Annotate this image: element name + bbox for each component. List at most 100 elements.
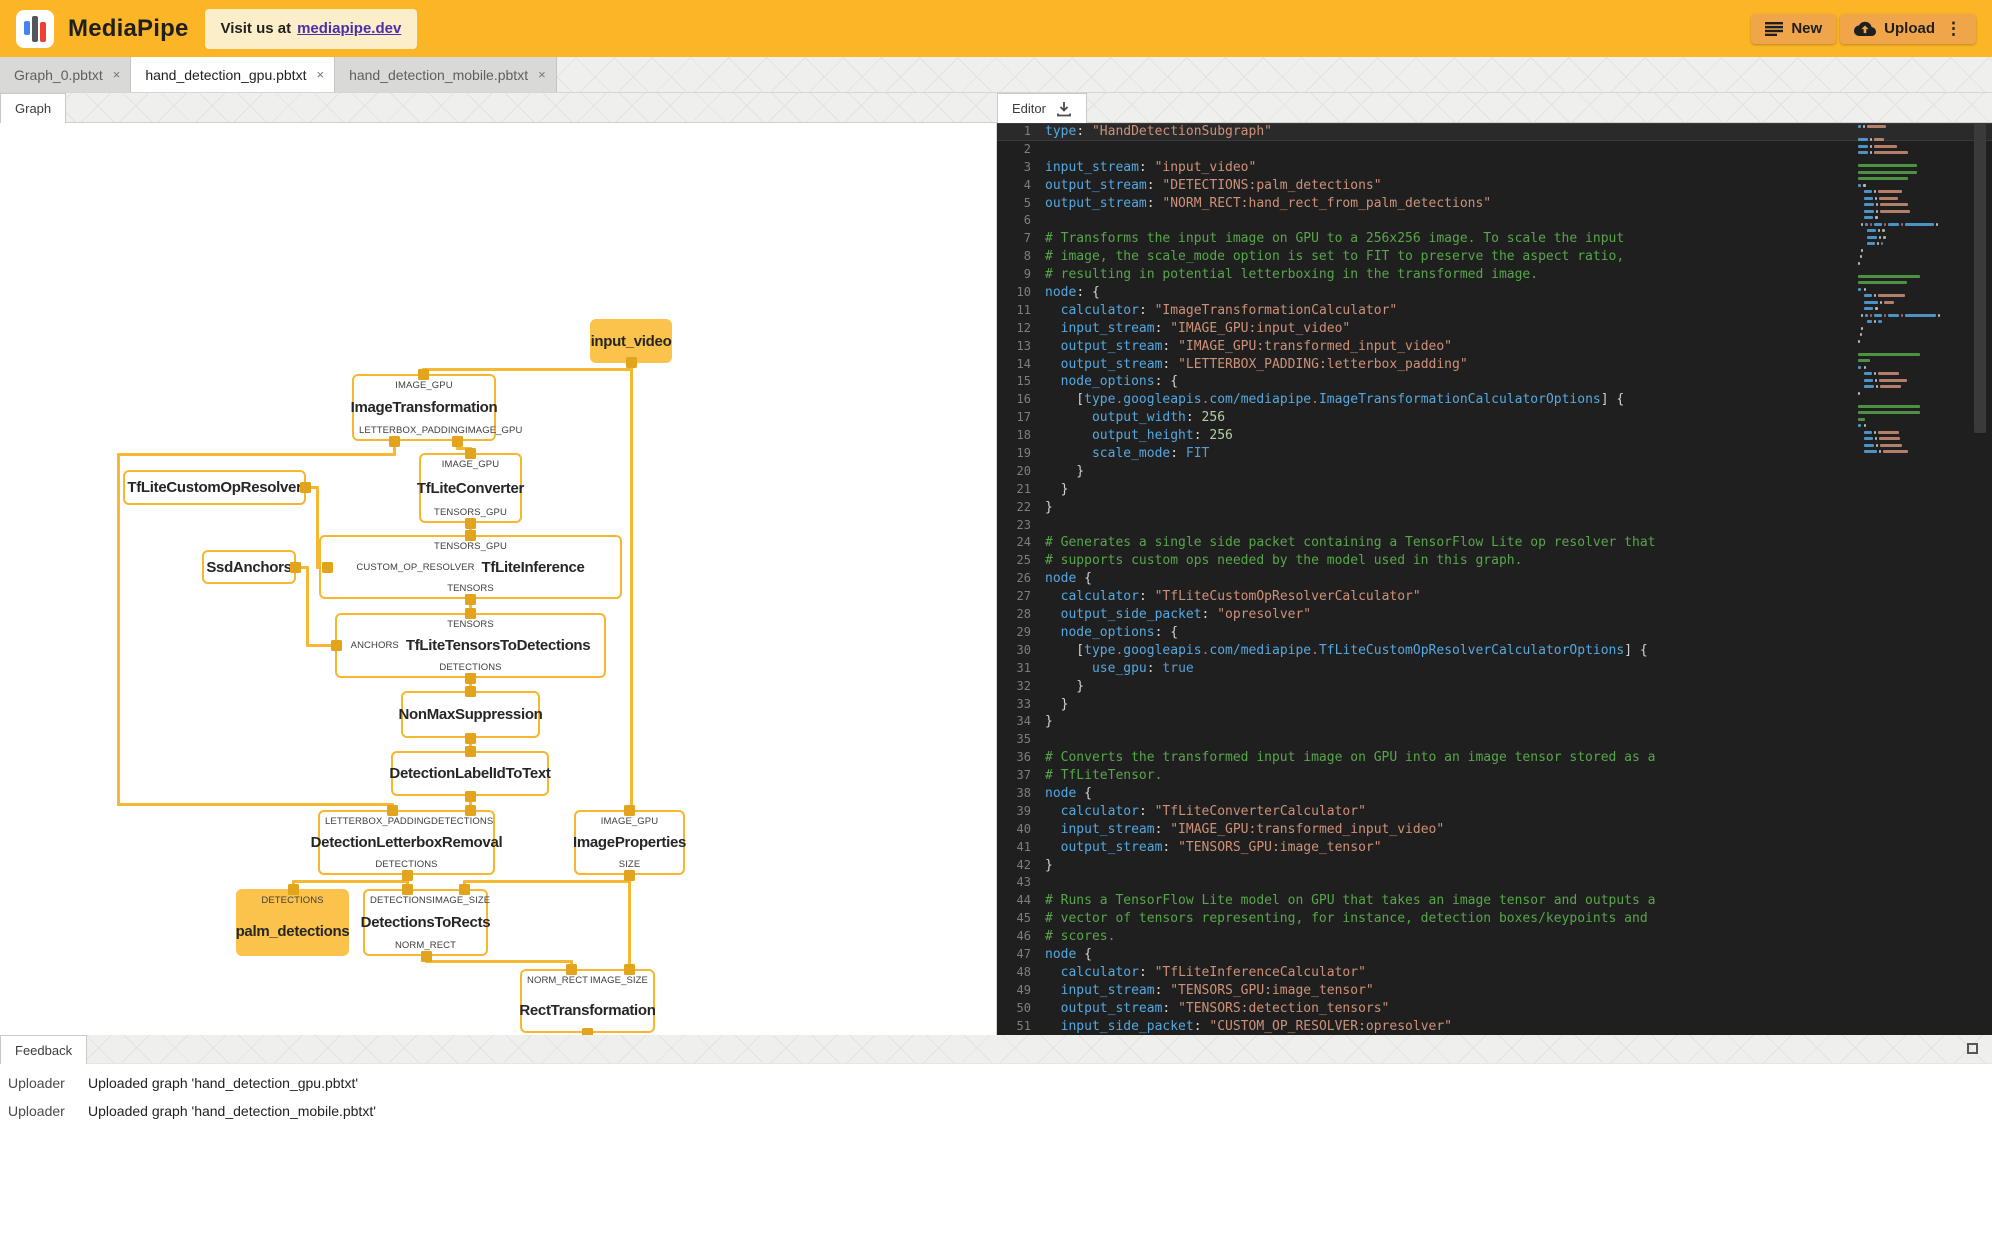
download-icon[interactable] xyxy=(1056,101,1072,117)
code-line[interactable]: 21 } xyxy=(997,481,1992,499)
editor-scrollbar[interactable] xyxy=(1974,123,1986,433)
doc-tab-hand_detection_gpu.pbtxt[interactable]: hand_detection_gpu.pbtxt × xyxy=(131,57,336,92)
code-line[interactable]: 22} xyxy=(997,499,1992,517)
code-line[interactable]: 13 output_stream: "IMAGE_GPU:transformed… xyxy=(997,338,1992,356)
code-line[interactable]: 11 calculator: "ImageTransformationCalcu… xyxy=(997,302,1992,320)
new-button-label: New xyxy=(1791,20,1823,37)
code-line[interactable]: 38 node { xyxy=(997,785,1992,803)
code-token: : xyxy=(1193,428,1210,444)
code-line[interactable]: 32 } xyxy=(997,678,1992,696)
feedback-restore-icon[interactable] xyxy=(1967,1043,1978,1054)
code-line[interactable]: 46 # scores. xyxy=(997,928,1992,946)
graph-node-DetectionLetterboxRemoval[interactable]: LETTERBOX_PADDING DETECTIONS DetectionLett… xyxy=(311,810,503,875)
code-line[interactable]: 39 calculator: "TfLiteConverterCalculato… xyxy=(997,803,1992,821)
graph-node-NonMaxSuppression[interactable]: NonMaxSuppression xyxy=(398,691,543,738)
code-line[interactable]: 5 output_stream: "NORM_RECT:hand_rect_fro… xyxy=(997,195,1992,213)
code-line[interactable]: 24 # Generates a single side packet conta… xyxy=(997,534,1992,552)
close-tab-icon[interactable]: × xyxy=(316,67,324,82)
code-line[interactable]: 33 } xyxy=(997,696,1992,714)
new-button[interactable]: New xyxy=(1751,13,1837,44)
code-line[interactable]: 41 output_stream: "TENSORS_GPU:image_ten… xyxy=(997,839,1992,857)
code-line[interactable]: 28 output_side_packet: "opresolver" xyxy=(997,606,1992,624)
code-line[interactable]: 30 [type.googleapis.com/mediapipe.TfLite… xyxy=(997,642,1992,660)
code-line[interactable]: 10 node: { xyxy=(997,284,1992,302)
tab-feedback[interactable]: Feedback xyxy=(0,1035,88,1064)
code-line[interactable]: 14 output_stream: "LETTERBOX_PADDING:let… xyxy=(997,356,1992,374)
doc-tab-hand_detection_mobile.pbtxt[interactable]: hand_detection_mobile.pbtxt × xyxy=(335,57,557,92)
code-line[interactable]: 12 input_stream: "IMAGE_GPU:input_video" xyxy=(997,320,1992,338)
line-number: 50 xyxy=(1016,1000,1031,1015)
code-token: : xyxy=(1138,589,1155,605)
code-line[interactable]: 20 } xyxy=(997,463,1992,481)
code-line[interactable]: 43 xyxy=(997,874,1992,892)
node-name-row: ImageProperties xyxy=(573,834,686,851)
code-line[interactable]: 31 use_gpu: true xyxy=(997,660,1992,678)
code-line[interactable]: 15 node_options: { xyxy=(997,373,1992,391)
code-line[interactable]: 37 # TfLiteTensor. xyxy=(997,767,1992,785)
graph-node-TfLiteInference[interactable]: TENSORS_GPU CUSTOM_OP_RESOLVER TfLiteInfer… xyxy=(319,535,622,599)
close-tab-icon[interactable]: × xyxy=(113,67,121,82)
graph-node-SsdAnchors[interactable]: SsdAnchors xyxy=(202,550,296,584)
graph-node-DetectionLabelIdToText[interactable]: DetectionLabelIdToText xyxy=(389,751,551,796)
code-line[interactable]: 16 [type.googleapis.com/mediapipe.ImageT… xyxy=(997,391,1992,409)
code-line[interactable]: 44 # Runs a TensorFlow Lite model on GPU … xyxy=(997,892,1992,910)
graph-node-TfLiteCustomOpResolver[interactable]: TfLiteCustomOpResolver xyxy=(123,470,306,505)
upload-menu-icon[interactable]: ⋮ xyxy=(1945,20,1962,37)
code-line[interactable]: 7 # Transforms the input image on GPU to … xyxy=(997,230,1992,248)
upload-button[interactable]: Upload ⋮ xyxy=(1840,13,1976,44)
code-line[interactable]: 48 calculator: "TfLiteInferenceCalculato… xyxy=(997,964,1992,982)
code-line[interactable]: 3 input_stream: "input_video" xyxy=(997,159,1992,177)
code-token: : xyxy=(1138,302,1155,318)
code-line[interactable]: 23 xyxy=(997,517,1992,535)
code-line[interactable]: 9 # resulting in potential letterboxing i… xyxy=(997,266,1992,284)
code-line[interactable]: 42} xyxy=(997,857,1992,875)
graph-node-palm_detections[interactable]: DETECTIONS palm_detections xyxy=(236,889,350,956)
code-line[interactable]: 19 scale_mode: FIT xyxy=(997,445,1992,463)
doc-tab-Graph_0.pbtxt[interactable]: Graph_0.pbtxt × xyxy=(0,57,132,92)
tab-graph[interactable]: Graph xyxy=(0,93,67,123)
graph-node-ImageProperties[interactable]: IMAGE_GPU ImageProperties SIZE xyxy=(573,810,686,875)
code-line[interactable]: 49 input_stream: "TENSORS_GPU:image_tens… xyxy=(997,982,1992,1000)
code-line[interactable]: 45 # vector of tensors representing, for … xyxy=(997,910,1992,928)
line-number: 36 xyxy=(1016,750,1031,765)
graph-node-TfLiteConverter[interactable]: IMAGE_GPU TfLiteConverter TENSORS_GPU xyxy=(417,453,524,523)
code-line[interactable]: 51 input_side_packet: "CUSTOM_OP_RESOLVE… xyxy=(997,1018,1992,1035)
code-line[interactable]: 2 xyxy=(997,141,1992,159)
line-number: 22 xyxy=(1016,499,1031,514)
code-line[interactable]: 50 output_stream: "TENSORS:detection_ten… xyxy=(997,1000,1992,1018)
graph-node-TfLiteTensorsToDetections[interactable]: TENSORS ANCHORS TfLiteTensorsToDetections D… xyxy=(335,613,606,678)
graph-node-DetectionsToRects[interactable]: DETECTIONS IMAGE_SIZE DetectionsToRects NOR… xyxy=(361,889,491,956)
code-line[interactable]: 34} xyxy=(997,713,1992,731)
code-token: "IMAGE_GPU:input_video" xyxy=(1170,320,1351,336)
code-line[interactable]: 6 xyxy=(997,212,1992,230)
code-line[interactable]: 26 node { xyxy=(997,570,1992,588)
code-line[interactable]: 36 # Converts the transformed input image… xyxy=(997,749,1992,767)
editor-pane-header: Editor xyxy=(997,93,1992,123)
code-token: } xyxy=(1045,499,1053,515)
code-editor[interactable]: 1 type: "HandDetectionSubgraph" 2 3 input_st… xyxy=(997,123,1992,1035)
port-label: IMAGE_GPU xyxy=(600,816,659,827)
code-line[interactable]: 35 xyxy=(997,731,1992,749)
code-line[interactable]: 29 node_options: { xyxy=(997,624,1992,642)
code-token: : xyxy=(1185,410,1202,426)
graph-node-RectTransformation[interactable]: NORM_RECT IMAGE_SIZE RectTransformation xyxy=(519,969,656,1033)
code-line[interactable]: 40 input_stream: "IMAGE_GPU:transformed_… xyxy=(997,821,1992,839)
node-name-row: palm_detections xyxy=(236,923,350,940)
graph-canvas[interactable]: input_video IMAGE_GPU ImageTransformation L… xyxy=(0,123,997,1035)
graph-node-ImageTransformation[interactable]: IMAGE_GPU ImageTransformation LETTERBOX_PA… xyxy=(351,374,522,441)
minimap-mark xyxy=(1858,261,1860,265)
code-line[interactable]: 47 node { xyxy=(997,946,1992,964)
code-line[interactable]: 4 output_stream: "DETECTIONS:palm_detecti… xyxy=(997,177,1992,195)
visit-link[interactable]: mediapipe.dev xyxy=(297,20,401,37)
tab-editor[interactable]: Editor xyxy=(997,93,1087,123)
code-line[interactable]: 27 calculator: "TfLiteCustomOpResolverCa… xyxy=(997,588,1992,606)
code-line[interactable]: 1 type: "HandDetectionSubgraph" xyxy=(997,123,1992,141)
line-number: 12 xyxy=(1016,320,1031,335)
code-line[interactable]: 18 output_height: 256 xyxy=(997,427,1992,445)
code-line[interactable]: 17 output_width: 256 xyxy=(997,409,1992,427)
code-line[interactable]: 25 # supports custom ops needed by the mo… xyxy=(997,552,1992,570)
close-tab-icon[interactable]: × xyxy=(538,67,546,82)
code-line[interactable]: 8 # image, the scale_mode option is set t… xyxy=(997,248,1992,266)
